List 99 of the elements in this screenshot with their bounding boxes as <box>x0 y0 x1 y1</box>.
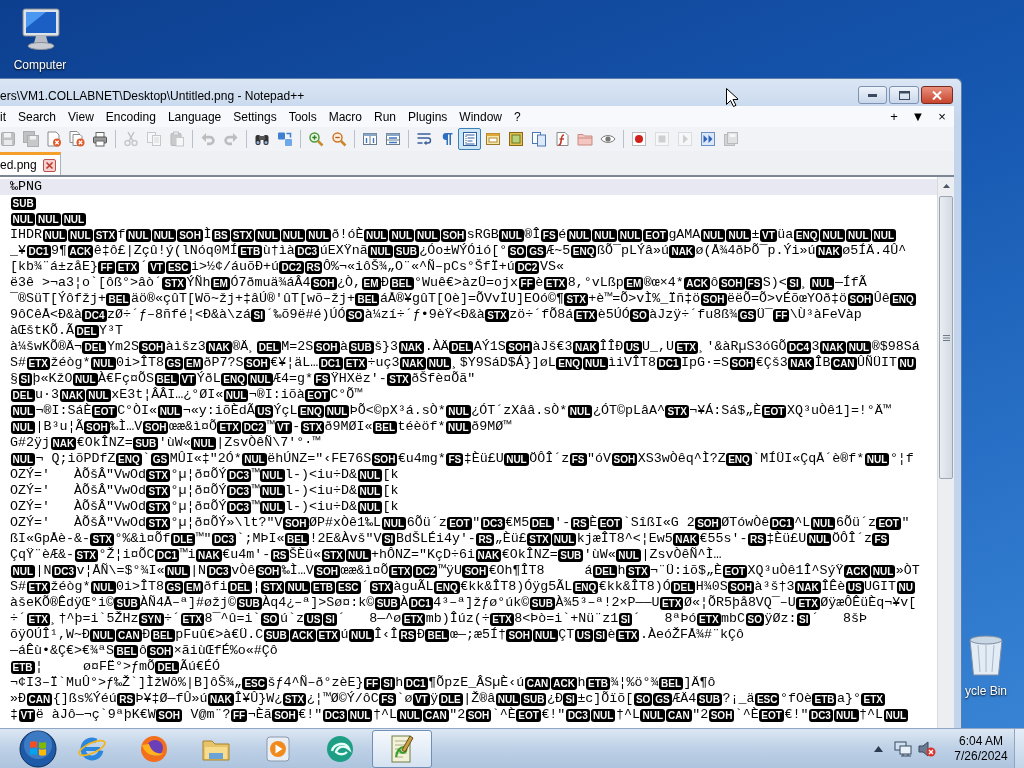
text-line: NUL ¬®I:SáÈ EOT C°ÒI« NUL ¬«y:iõÈdÃ US ÝçL ENQ NUL ÞÕ<©pX³á.sÒ* NUL ¿ÓT´zXââ.sÒ* NUL ¿ÓT©pLâA^ STX ¬¥Á:Sá$„È EOT XQ³uÒê1]=!°Ä™ <box>10 403 891 419</box>
printer-icon <box>91 131 108 147</box>
documents-close-icon <box>68 131 85 147</box>
minimize-button[interactable] <box>858 86 887 104</box>
start-orb-icon <box>19 729 57 768</box>
window-panel-icon <box>484 131 501 147</box>
text-line: —áÊù•&Ç€>€¾ªS BEL ô SOH ×ãiùŒfÉ%o«#Çô <box>10 643 278 659</box>
text-line: NUL |N DC3 v¦ÅÑ\=$°¾I« NUL |N DC3 vÒê SOH ‰Ì…V SOH œæ&ì¤Õ ETX DC2 ™ÿU SOH €Oh¶ÎT8 á DEL h STX ¬¨Ü:iõ$„È EOT XQ³uÒê1Î^SýŸ ACK NUL »ÒT <box>10 563 920 579</box>
desktop-icon-label[interactable]: ycle Bin <box>965 684 1007 698</box>
indent-guide-button[interactable] <box>458 128 481 150</box>
text-line: ë3ê >¬a3¦o`[ôß°>âò´ STX ÝÑh EM Ó7ðmuä¾áÂ4 SOH ¿Ò, EM Ð BEL °Wuê€>àzÜ=ojx FF è ETX 8,°vLßp EM ®œ×4* ACK ô SOH FS S)< SI ¸ NUL —ÍfÃ <box>10 275 867 291</box>
stacked-squares-icon <box>722 131 739 147</box>
clock-date[interactable]: 7/26/2024 <box>954 748 1008 764</box>
menu-item[interactable]: Run <box>368 107 402 126</box>
text-line: NUL NUL NUL <box>10 211 87 227</box>
text-line: àŒštKÕ.Ã DEL Y³T <box>10 323 123 339</box>
replace-squares-icon <box>276 131 293 147</box>
function-page-icon <box>553 131 570 147</box>
minimize-icon <box>868 93 877 97</box>
taskbar-app-button[interactable] <box>372 729 432 768</box>
menu-item[interactable]: Plugins <box>402 107 454 126</box>
redo-arrow-icon <box>222 131 239 147</box>
close-icon <box>932 90 942 100</box>
indent-lines-icon <box>461 131 478 147</box>
stacked-panes-icon <box>384 131 401 147</box>
window-title: ers\VM1.COLLABNET\Desktop\Untitled.png - Notepad++ <box>0 89 305 104</box>
text-line: ÷´ ETX ¸†^þ=i`5ŽHz SYN ÷´ ETX 8¯^û=i` SO ú`z US SI ´ 8—^ø ETX mb)Îúz(÷ ETX 8<Þò=i`+Nü¨z1 SI ´ 8ªÞó ETX mbC SO ÿØz: SI ´ 8šÞ <box>10 611 867 627</box>
text-line: IHDR NUL NUL STX f NUL NUL SOH Ì BS STX NUL NUL NUL ð!óÈ NUL NUL NUL SOH sRGB NUL ®Î FS é NUL NUL NUL EOT gAMA NUL NUL ± VT üa ENQ NUL NUL NUL <box>10 227 897 243</box>
menu-item[interactable]: Settings <box>227 107 283 126</box>
editor-area[interactable] <box>0 177 937 728</box>
text-line: § SI þ«KžO NUL À€Fç¤ÕS BEL VT ÝðL ENQ NUL Æ4=g* FS ŸHXëz'- STX ðŠfè¤Õã" <box>10 371 476 387</box>
menu-item[interactable]: Tools <box>282 107 323 126</box>
text-line: OZÝ=' ÀÕšÂ"VwOd STX °µ¦ð¤ÕÝ DC3 ™ NUL l-)<iu÷D& NUL [k <box>10 467 399 483</box>
caret-up-icon <box>873 745 883 752</box>
clipboard-icon <box>168 131 185 147</box>
record-icon <box>630 131 647 147</box>
text-line: ETB ¦ ø¤FË°>ƒmÕ DEL Ãú€ÉÓ <box>10 659 220 675</box>
menu-item[interactable]: Language <box>161 107 228 126</box>
zoom-in-icon <box>307 131 324 147</box>
folder-icon <box>576 131 593 147</box>
text-line: à¼šwKÕ®Ä¬ DEL Ym2S SOH àìšz3 NAK ®Ä¸ DEL M=2S SOH à SUB š}3 NAK .ÀÄ DEL AÝ1S SOH àJš€3 NAK ÎÎÐ US U_,U ETX ¸'&àRµS3óGÕ DC4 3 NAK NUL ®$98Sá <box>10 339 920 355</box>
text-line: ‡ VT ë àJô—¬ç`9ªþK€W SOH V@m¨? FF ¬Èã SOH €!" DC3 NUL †^L NUL CAN "2 SOH `^È EOT €!" DC3 NUL †^L NUL CAN "2 SOH `^È EOT €!" DC3 NUL †^L NUL <box>10 707 909 723</box>
close-button[interactable] <box>921 86 953 104</box>
text-line: [kb¾¨á±zåE} FF ETX ´ VT ESC i>½¢/áuõÐ+ú DC2 RS Ô%¬«iôŠ¾„O¨«^Ñ–pCs°ŠfÏ+ú DC2 VS« <box>10 259 564 275</box>
text-line: õÿOÚÎ¹,W~Ð NUL CAN Ð BEL pFuû€>à€Ü.C SUB ACK ETX ú NUL Î‹Î RS Ð BEL œ—;æ5Í† SOH NUL ÇT US SI è ETX .ÀeóŽFÅ¾#¨kÇô <box>10 627 744 643</box>
document-close-icon <box>45 131 62 147</box>
document-control-button[interactable]: × <box>930 107 954 126</box>
network-icon[interactable] <box>894 740 912 757</box>
scrollbar-thumb[interactable] <box>939 196 953 479</box>
text-line: NUL ¬ Q;iõPDfZ ENQ ` GS MÛI«‡"2Ó* NUL ëhÚNZ="‹FE76S SOH €u4mg* FS ‡Èü£U NUL ÖÔÎ´z FS "óV SOH XS3wÒêq^Ì?Z ENQ `MÍÜI«ÇqÅ´è®f* NUL °¦f <box>10 451 914 467</box>
text-line: ßI«GpÅè-&- STX °%&ì¤Õf DLE ™" DC3 `;MÞI« BEL !2E&Àvš"V SI BdŠLÉi4y'- RS „Èü£ STX NUL kjæÎT8^<¦Ew5 NAK €55s'- RS ‡Èü£U NUL ÖÔÎ´z FS <box>10 531 890 547</box>
double-play-icon <box>699 131 716 147</box>
text-line: NUL |B³u¦Ã SOH ‰Ì…V SOH œæ&ì¤Õ ETX DC2 ™ VT - STX ð9MØI« BEL téèöf* NUL ð9MØ™ <box>10 419 512 435</box>
menu-item[interactable]: View <box>62 107 100 126</box>
text-line: _¥ DC1 9¶ ACK ê‡ô£|Zçû!ý(lNóq0MÍ ETB ù†ìà DC3 úEXŸnã NUL SUB ¿Óo±WÝÓió[° SO GS Æ~5 ENQ ßÕ¯pLÝâ»ú NAK ø(Å¾4ðÞÕ¯p.Ýi»ú NAK ø5ÍÄ.4Û^ <box>10 243 907 259</box>
play-icon <box>676 131 693 147</box>
menu-item[interactable]: Encoding <box>99 107 162 126</box>
clock-time[interactable]: 6:04 AM <box>959 733 1003 749</box>
maximize-button[interactable] <box>889 86 919 104</box>
show-desktop-button[interactable] <box>1014 728 1024 768</box>
split-panes-icon <box>361 131 378 147</box>
text-line: DEL u·3 NAK NUL xE3t¦ÂÂI…¿°ØI« NUL ¬®I:iõà EOT C°Õ™ <box>10 387 363 403</box>
framed-square-icon <box>507 131 524 147</box>
zoom-out-icon <box>330 131 347 147</box>
text-line: OZÝ=' ÀÕšÂ"VwOd STX °µ¦ð¤ÕÝ»\lt?"V SOH ØP#xÒê1‰L NUL 6Õü´z EOT " DC3 €M5 DEL '- RS È EOT `SîßI«G 2 SOH ØTówÒê DC1 ^L NUL 6Õü´z EOT " <box>10 515 910 531</box>
text-line: ÇqŸ¨èÆ&- STX °Ž¦i¤ÕC DC1 ™i NAK €u4m'- RS ŠÈü« STX NUL +hÔNZ="KçD÷6i NAK €OkÎNZ= SUB 'ùW« NUL |ZsvÒêÑ^Ì… <box>10 547 722 563</box>
document-control-button[interactable]: + <box>882 107 906 126</box>
text-line: àšeKÕ®ÊdÿŒ°i© SUB ÀÑ4Å–ª]#øžj© SUB Àq4¿–ª]>Sø¤:k© SUB À DC1 4³–ª]žƒø°úk© SUB À¾5³–ª!2×P——U ETX Ø«¦ÕR5þå8VQ¯–U ETX ØÿæÔÊüÈq¬¥v[ <box>10 595 917 611</box>
text-line: S# ETX žéòg* NUL 0i>ÎT8 GS EM ðfi DEL ¦ STX NUL ETB ESC ´ STX àguÃL ENQ €kk&ÎT8)Óÿg5ÃL ENQ €kk&ÎT8)Ó DEL H¾0S SOH à³š†3 NAK ÎÊè US UGIT NU <box>10 579 916 595</box>
desktop-icon-label[interactable]: Computer <box>13 58 67 72</box>
text-line: ¬¢I3–Ï`MuÛ°>ƒ‰Ž`]ÌžWô%|B]ôŠ¾„ ESC šƒ4^Ñ–ð°zèE} FF SI h DC1 ¶ÕpzE_ÂSµÈ‹ú CAN ACK h ETB ¾¦%ö°¾ BEL ]Ä¶ô <box>10 675 716 691</box>
text-line: OZÝ=' ÀÕšÂ"VwOd STX °µ¦ð¤ÕÝ DC3 ™ NUL l-)<iu÷D& NUL [k <box>10 499 399 515</box>
scissors-icon <box>122 131 139 147</box>
menu-item[interactable]: ? <box>508 107 527 126</box>
word-wrap-icon <box>415 131 432 147</box>
undo-arrow-icon <box>199 131 216 147</box>
speaker-muted-icon[interactable] <box>918 740 936 757</box>
scrollbar-track[interactable] <box>937 177 954 728</box>
window-square-icon <box>898 90 910 100</box>
text-line: S# ETX žéòg* NUL 0i>ÎT8 GS EM ðP7?S SOH €¥¦äL… DC1 ETX ÷uç3 NAK NUL ¸$Y9SáD$Á}]øL ENQ NUL ìiVÎT8 DC1 IpG·=S SOH €Çš3 NAK ÎB CAN ÛÑÜIT NU <box>10 355 917 371</box>
grip-lines-icon <box>942 334 950 341</box>
text-line: G#2ÿj NAK €OkÎNZ= SUB 'ùW« NUL |ZsvÒêÑ\7'°·™ <box>10 435 321 451</box>
tab-close-icon[interactable] <box>42 158 56 172</box>
stop-icon <box>653 131 670 147</box>
tab-label: ed.png <box>0 157 37 173</box>
document-control-button[interactable]: ▼ <box>906 107 930 126</box>
documents-icon <box>530 131 547 147</box>
caret-up-icon <box>942 183 950 188</box>
menu-item[interactable]: Search <box>12 107 63 126</box>
menu-item[interactable]: it <box>0 107 12 126</box>
menu-item[interactable]: Macro <box>322 107 368 126</box>
text-line: »Ð CAN {]ßs%Ýéú RS Þ¥‡Ø—fÛ»ú NAK Î¥Û}W¿ STX ¿¦™Ø©Ý/ôC FS `ø VT ÿ DLE |Ž®â NUL SUB ¿Ð SI ±c]Õïõ[ SO GS ÆÄ4 SUB ?¡_ä ESC °fOè ETB a}° ETX <box>10 691 886 707</box>
text-line: OZÝ=' ÀÕšÂ"VwOd STX °µ¦ð¤ÕÝ DC3 ™ NUL l-)<iu÷D& NUL [k <box>10 483 399 499</box>
menu-item[interactable]: Window <box>453 107 509 126</box>
file-tab[interactable]: ed.png <box>0 152 61 175</box>
text-line: ¯®SüT[Ýôfžj+ BEL äö®«çûT[Wõ~žj+‡âÚ®'ûT[wõ–žj+ BEL áÅ®¥gûT[Oè]=ÕVvÏU]EOó©¶ STX +è™=Õ>vÌ%_Ïñ‡ö SOH ëëÕ=Õ>vÉõœYOð‡ö SOH Ûê ENQ <box>10 291 917 307</box>
text-line: 9ôCêÅ<Ð&à DC4 zØ÷´ƒ–8ñfé¦<Ð&à\zá SI ´‰õ9ë#é)ÚÓ SO à¼zí÷´ƒ•9èŸ<Ð&à STX zö÷´fÕ8á ETX è5ÚÓ SO àJzÿ÷´fu8ß¾ GS Ü¯ FF \Ù³àFeVàp <box>10 307 862 323</box>
floppy-disks-icon <box>22 131 39 147</box>
copy-pages-icon <box>145 131 162 147</box>
